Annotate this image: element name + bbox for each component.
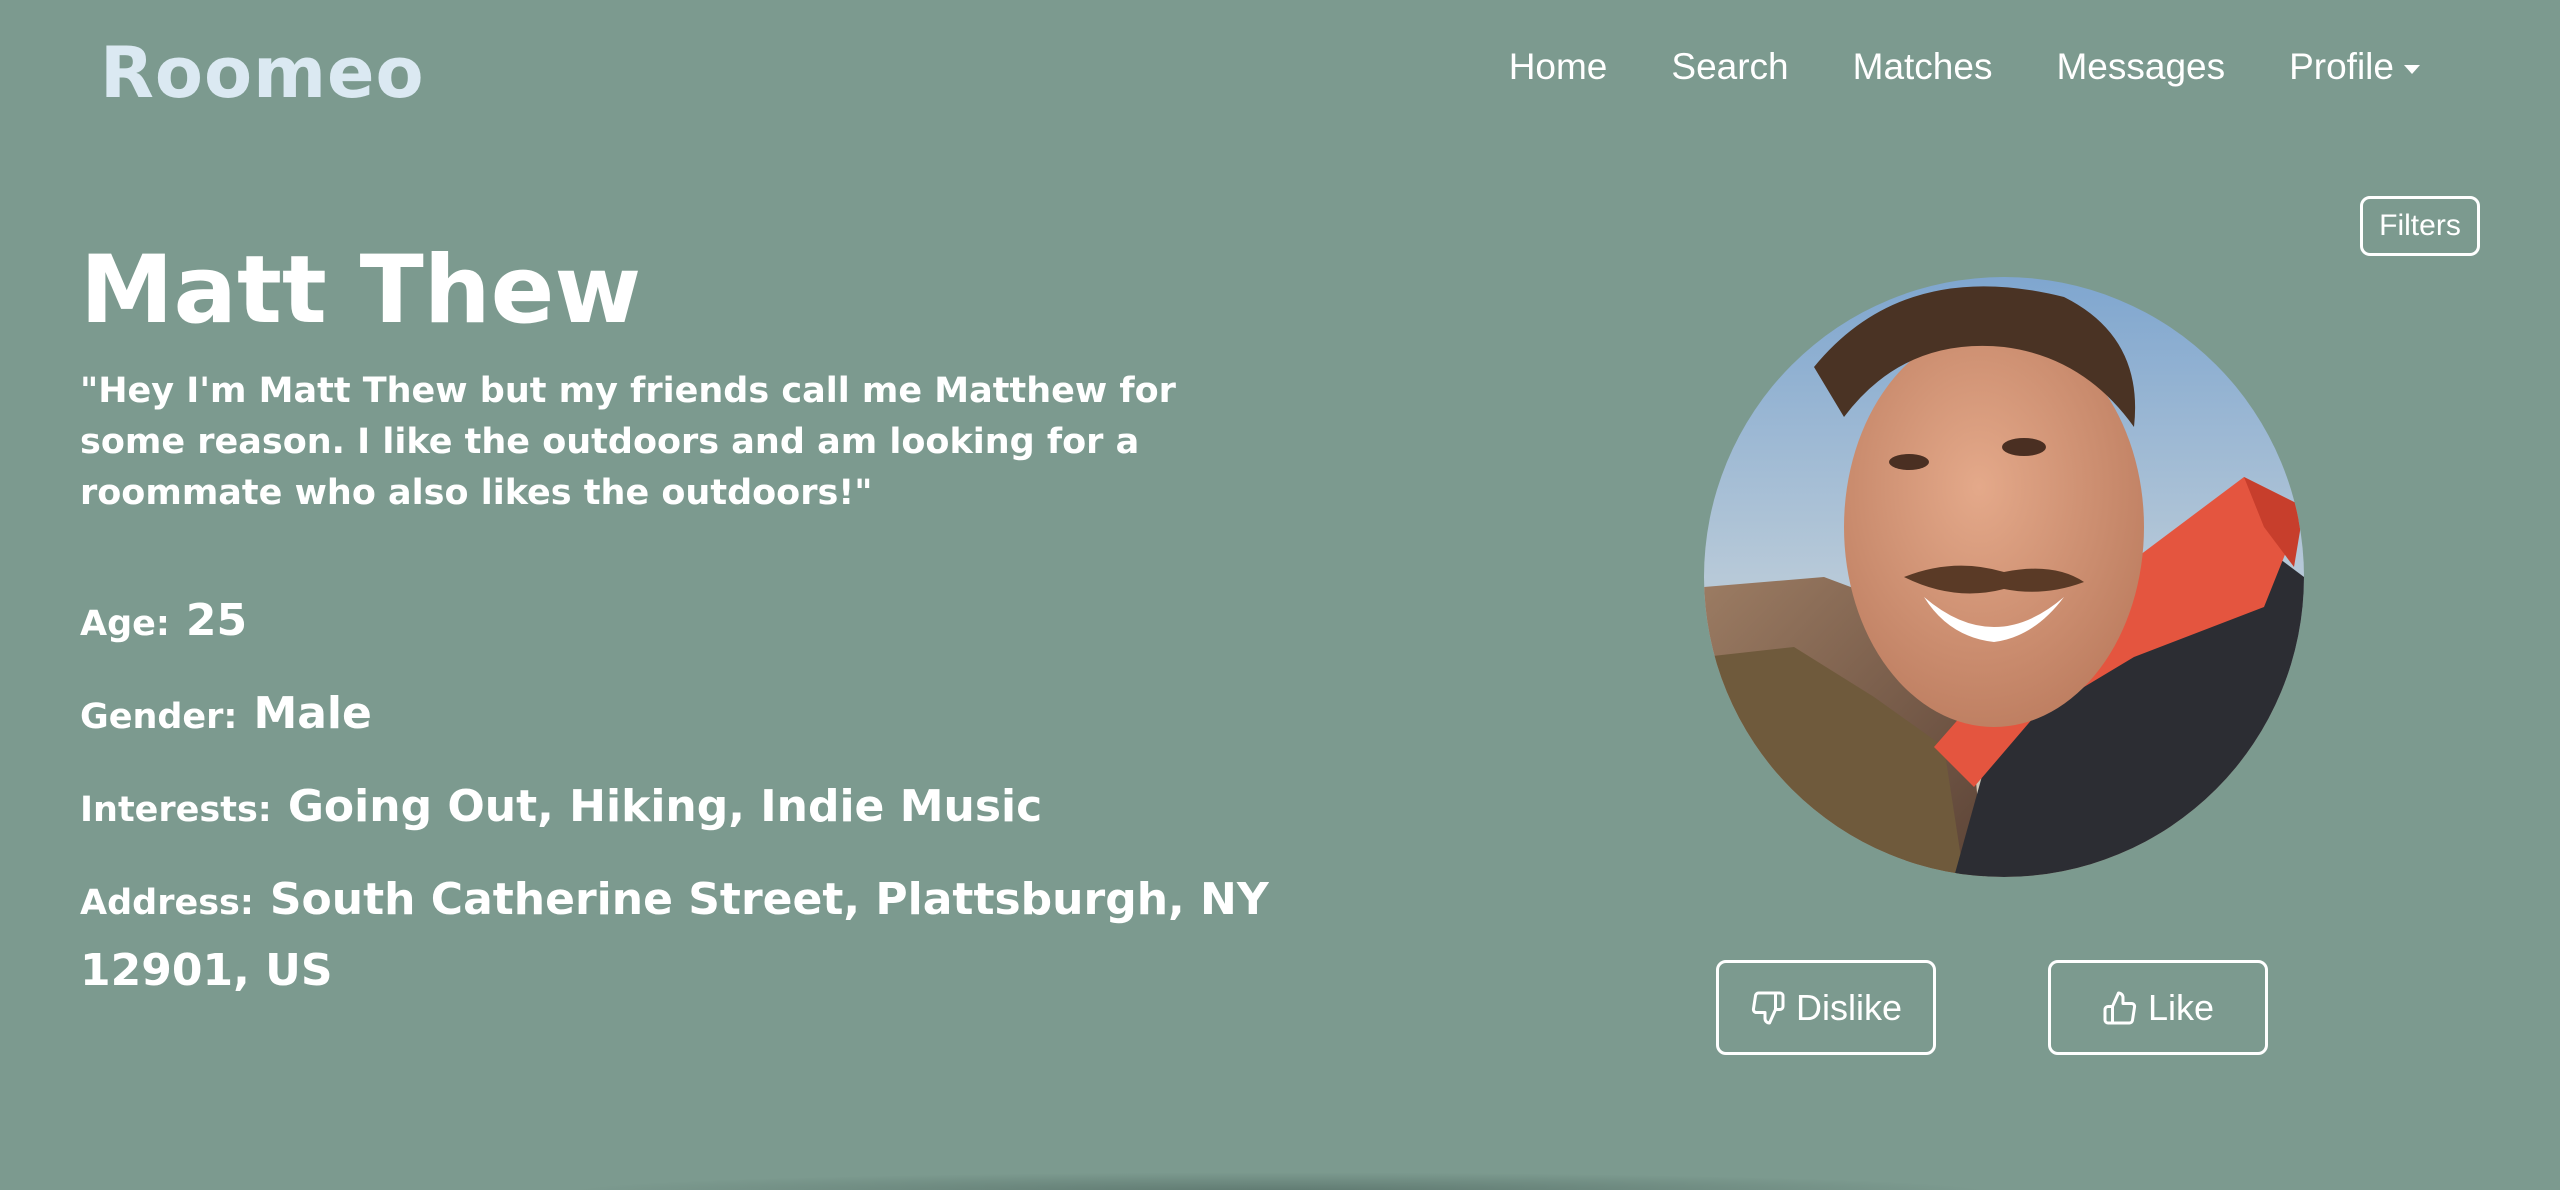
- top-nav: Home Search Matches Messages Profile: [1509, 46, 2420, 88]
- address-label: Address:: [80, 883, 254, 923]
- page: Roomeo Home Search Matches Messages Prof…: [0, 0, 2560, 1190]
- profile-details: Age: 25 Gender: Male Interests: Going Out, …: [80, 590, 1320, 1033]
- age-row: Age: 25: [80, 590, 1320, 661]
- nav-profile-dropdown[interactable]: Profile: [2289, 46, 2420, 88]
- profile-bio: "Hey I'm Matt Thew but my friends call m…: [80, 371, 1176, 513]
- card-shadow: [560, 1172, 2000, 1190]
- profile-photo: [1704, 277, 2304, 877]
- interests-value: Going Out, Hiking, Indie Music: [287, 781, 1043, 832]
- dislike-button[interactable]: Dislike: [1716, 960, 1936, 1055]
- nav-home[interactable]: Home: [1509, 46, 1608, 88]
- interests-label: Interests:: [80, 790, 272, 830]
- nav-profile-label: Profile: [2289, 46, 2394, 87]
- thumbs-down-icon: [1751, 991, 1785, 1024]
- thumbs-up-icon: [2103, 991, 2137, 1024]
- gender-value: Male: [253, 688, 372, 739]
- age-label: Age:: [80, 604, 170, 644]
- like-label: Like: [2147, 986, 2215, 1028]
- address-row: Address: South Catherine Street, Plattsbu…: [80, 869, 1320, 1011]
- address-value: South Catherine Street, Plattsburgh, NY …: [80, 874, 1269, 996]
- nav-search[interactable]: Search: [1671, 46, 1788, 88]
- nav-matches[interactable]: Matches: [1853, 46, 1993, 88]
- like-button[interactable]: Like: [2048, 960, 2268, 1055]
- gender-row: Gender: Male: [80, 683, 1320, 754]
- profile-photo-illustration: [1704, 277, 2304, 877]
- roomeo-logo[interactable]: Roomeo: [100, 38, 425, 108]
- age-value: 25: [185, 595, 248, 646]
- dislike-label: Dislike: [1795, 986, 1902, 1028]
- profile-name: Matt Thew: [80, 236, 642, 345]
- interests-row: Interests: Going Out, Hiking, Indie Music: [80, 776, 1320, 847]
- gender-label: Gender:: [80, 697, 238, 737]
- caret-down-icon: [2404, 64, 2420, 74]
- filters-button[interactable]: Filters: [2360, 196, 2480, 256]
- nav-messages[interactable]: Messages: [2056, 46, 2225, 88]
